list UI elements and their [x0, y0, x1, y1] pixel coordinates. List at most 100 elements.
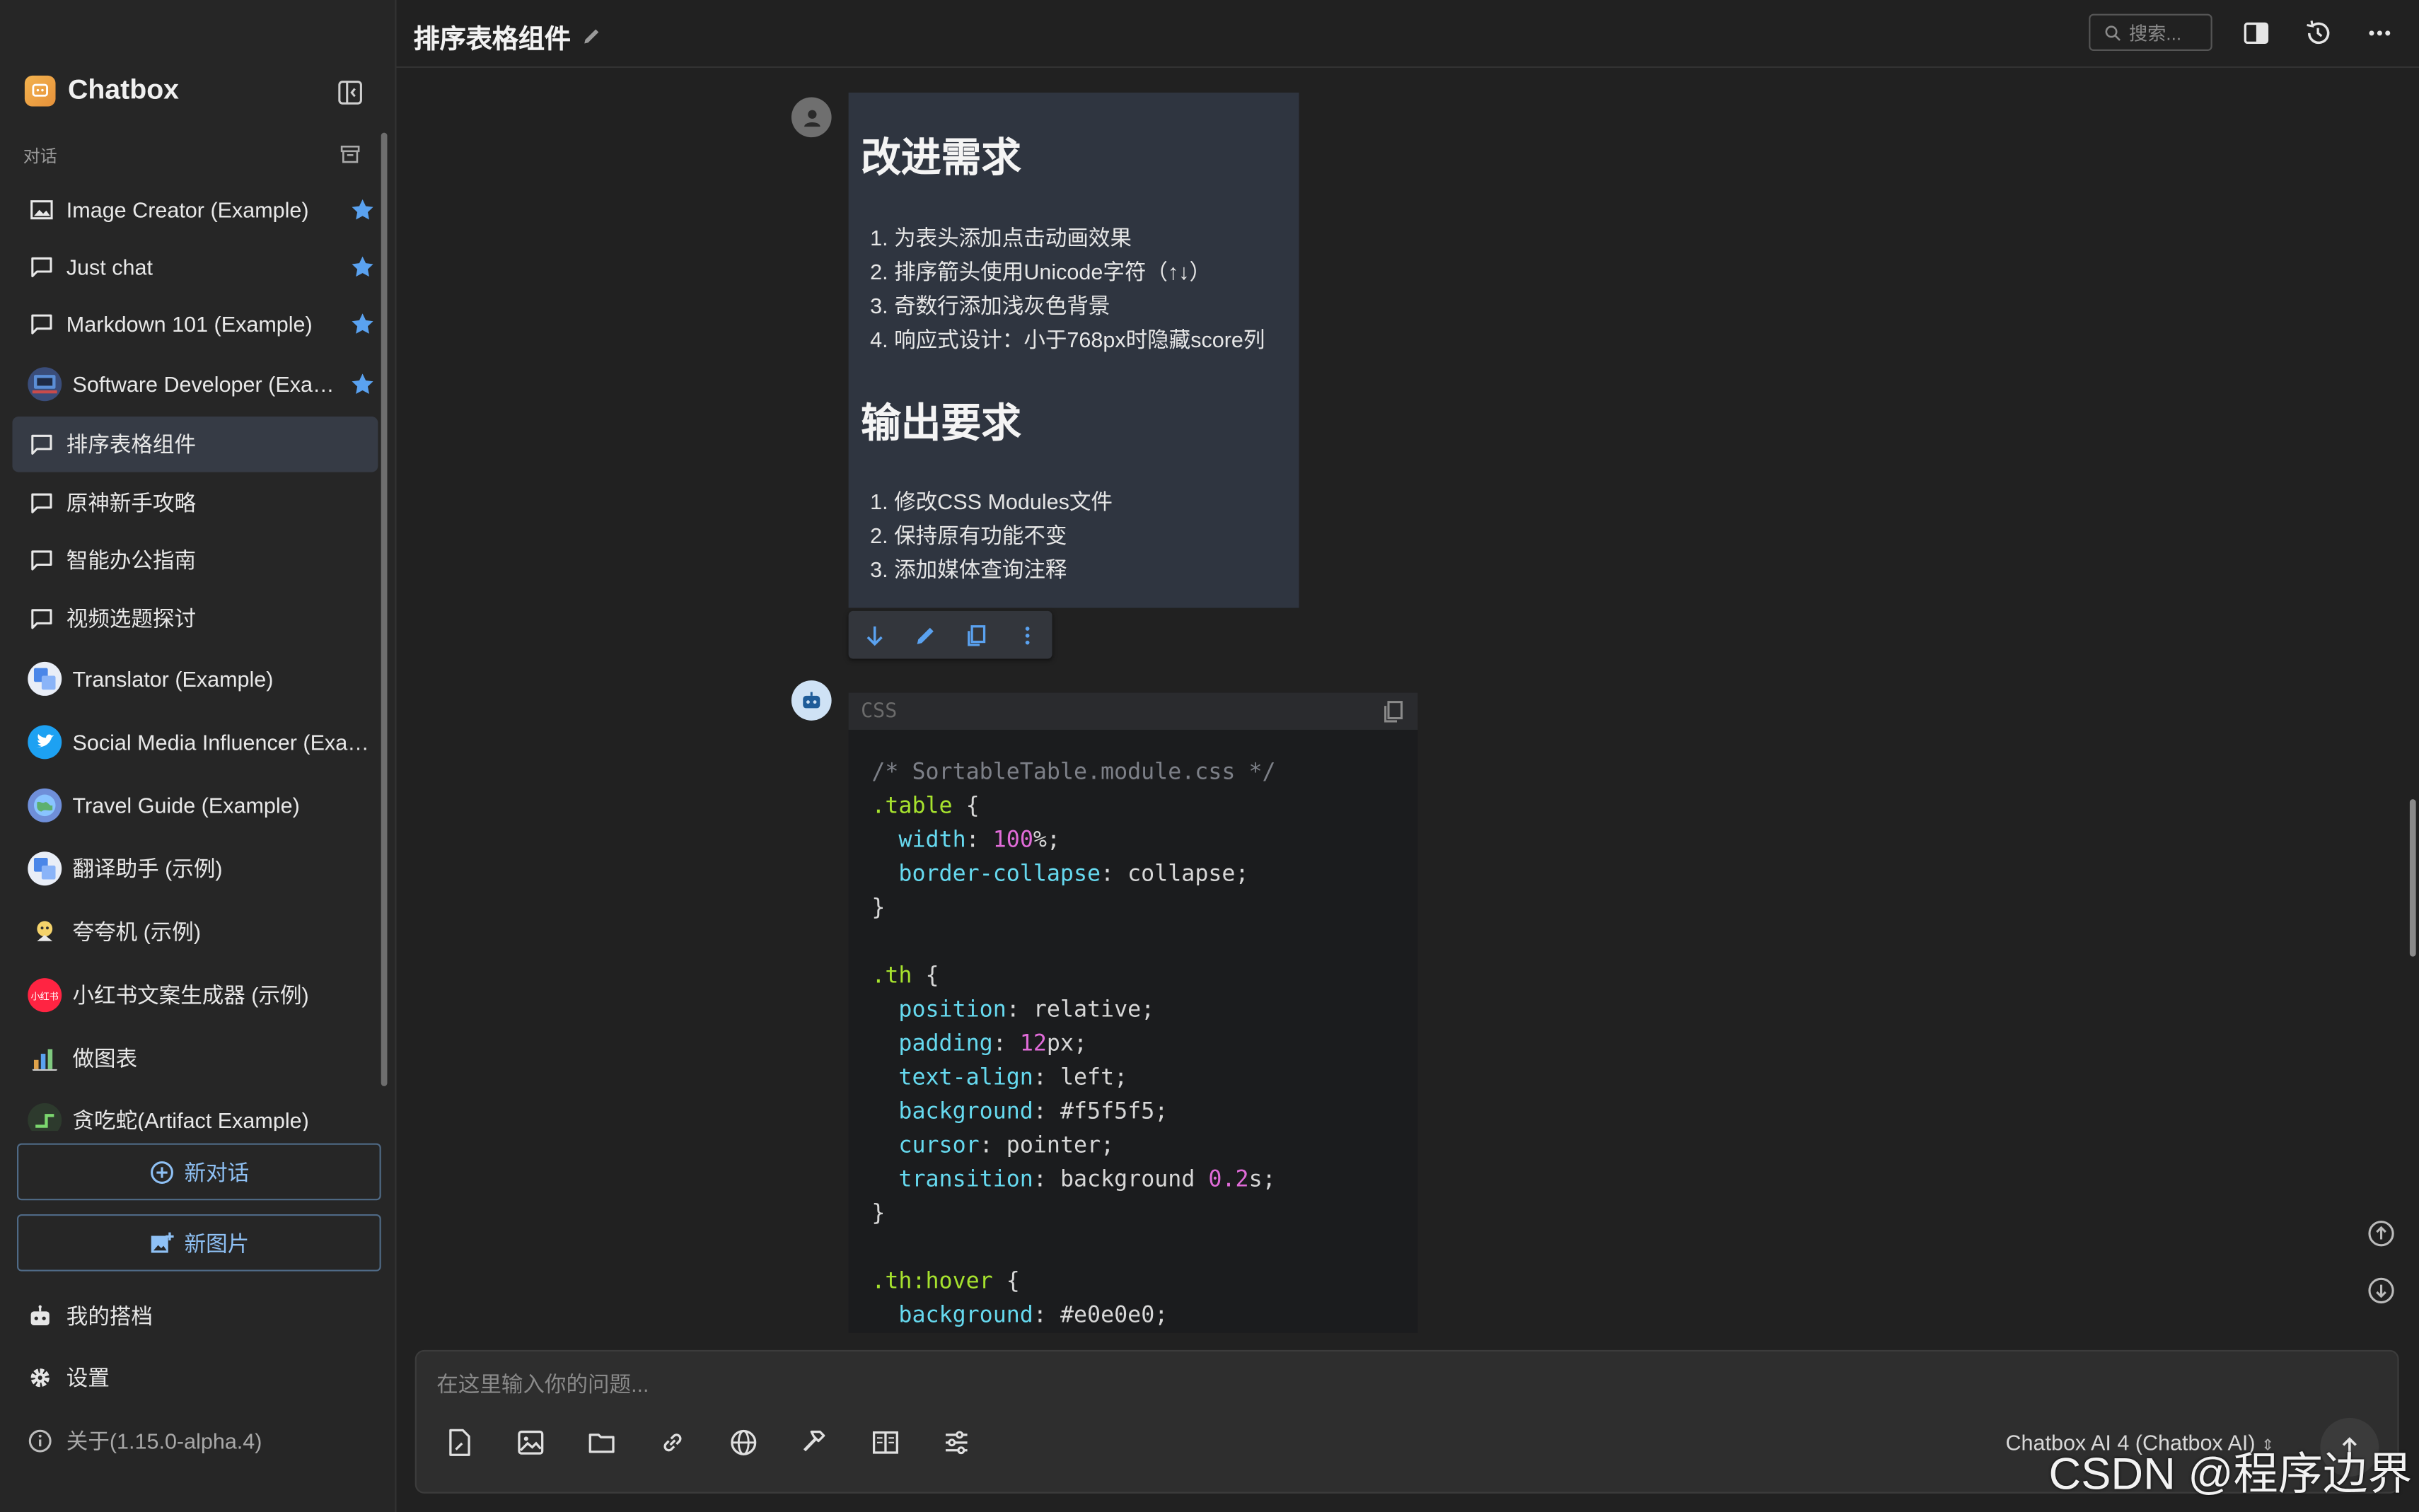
attach-file-icon[interactable]	[444, 1427, 475, 1458]
copy-code-icon[interactable]	[1381, 699, 1405, 723]
scroll-up-icon[interactable]	[2367, 1219, 2396, 1248]
conversation-item-sortable-table[interactable]: 排序表格组件	[12, 417, 378, 472]
link-icon[interactable]	[657, 1427, 688, 1458]
brand: Chatbox	[24, 74, 179, 107]
copy-icon[interactable]	[963, 622, 988, 647]
knowledge-book-icon[interactable]	[870, 1427, 901, 1458]
settings-link[interactable]: 设置	[28, 1362, 110, 1393]
code-line: .th:hover {	[871, 1265, 1394, 1299]
code-token: padding	[898, 1032, 993, 1057]
user-message: 改进需求 1. 为表头添加点击动画效果 2. 排序箭头使用Unicode字符（↑…	[848, 92, 1299, 608]
chatbox-logo-icon	[24, 74, 56, 106]
chat-bubble-icon	[28, 431, 54, 458]
conversation-item-markdown-101[interactable]: Markdown 101 (Example)	[12, 296, 378, 352]
about-link[interactable]: 关于(1.15.0-alpha.4)	[28, 1426, 262, 1457]
hammer-tools-icon[interactable]	[799, 1427, 830, 1458]
code-language-label: CSS	[861, 699, 898, 723]
split-view-icon[interactable]	[2240, 17, 2271, 48]
conversation-item-travel-guide[interactable]: Travel Guide (Example)	[12, 778, 378, 834]
code-header: CSS	[848, 692, 1418, 730]
chat-bubble-icon	[28, 254, 54, 280]
history-icon[interactable]	[2302, 17, 2333, 48]
app-window: Chatbox 对话 Image Creator (Example) Just …	[0, 0, 2419, 1512]
edit-title-icon[interactable]	[580, 25, 603, 48]
scroll-down-icon[interactable]	[2367, 1276, 2396, 1305]
conversation-item-software-developer[interactable]: Software Developer (Example)	[12, 356, 378, 412]
conversation-item-translator[interactable]: Translator (Example)	[12, 651, 378, 707]
code-token: .table	[871, 794, 953, 820]
list-item: 4. 响应式设计：小于768px时隐藏score列	[870, 327, 1265, 352]
code-token: : pointer;	[979, 1134, 1115, 1159]
page-title: 排序表格组件	[414, 17, 603, 56]
arrow-down-icon[interactable]	[862, 622, 886, 647]
more-vertical-icon[interactable]	[1014, 622, 1039, 647]
sidebar-scrollbar[interactable]	[381, 132, 388, 1086]
conversation-list: Image Creator (Example) Just chat Markdo…	[12, 179, 379, 1132]
edit-icon[interactable]	[912, 622, 937, 647]
collapse-sidebar-icon[interactable]	[336, 78, 364, 106]
star-icon[interactable]	[350, 255, 375, 279]
code-token: position	[898, 998, 1007, 1023]
translator-avatar	[28, 851, 62, 886]
xiaohongshu-avatar: 小红书	[28, 978, 62, 1013]
code-token: :	[965, 828, 993, 854]
star-icon[interactable]	[350, 372, 375, 397]
robot-icon	[28, 1303, 52, 1328]
chat-bubble-icon	[28, 547, 54, 573]
code-line: background: #e0e0e0;	[871, 1299, 1394, 1333]
new-image-button[interactable]: 新图片	[16, 1214, 381, 1272]
code-token: transition	[898, 1168, 1033, 1193]
message-input[interactable]	[433, 1370, 1983, 1398]
conversation-item-just-chat[interactable]: Just chat	[12, 239, 378, 295]
chat-bubble-icon	[28, 605, 54, 632]
code-token: }	[871, 1202, 886, 1227]
list-item: 3. 添加媒体查询注释	[870, 557, 1067, 582]
more-options-icon[interactable]	[2363, 17, 2394, 48]
code-line: transition: background 0.2s;	[871, 1163, 1394, 1197]
conversation-item-translate-assistant[interactable]: 翻译助手 (示例)	[12, 841, 378, 897]
my-copilots-link[interactable]: 我的搭档	[28, 1301, 153, 1332]
settings-sliders-icon[interactable]	[941, 1427, 972, 1458]
chart-avatar	[28, 1042, 62, 1076]
code-token: : left;	[1033, 1066, 1128, 1091]
code-line: .th {	[871, 960, 1394, 994]
list-item: 1. 修改CSS Modules文件	[870, 489, 1113, 514]
code-line: ​	[871, 926, 1394, 960]
image-icon	[28, 197, 54, 223]
message-toolbar	[848, 610, 1052, 659]
search-input[interactable]: 搜索...	[2089, 13, 2212, 51]
conversation-item-social-media[interactable]: Social Media Influencer (Example)	[12, 714, 378, 770]
search-icon	[2104, 24, 2121, 41]
conversation-item-make-chart[interactable]: 做图表	[12, 1030, 378, 1086]
conversation-item-praise-bot[interactable]: 夸夸机 (示例)	[12, 904, 378, 960]
star-icon[interactable]	[350, 312, 375, 337]
translator-avatar	[28, 661, 62, 696]
code-line: position: relative;	[871, 994, 1394, 1028]
twitter-avatar	[28, 725, 62, 760]
folder-icon[interactable]	[586, 1427, 617, 1458]
conversations-section-label: 对话	[23, 148, 57, 167]
conversation-item-genshin-guide[interactable]: 原神新手攻略	[12, 475, 378, 531]
attach-image-icon[interactable]	[515, 1427, 546, 1458]
new-chat-button[interactable]: 新对话	[16, 1143, 381, 1201]
conversation-item-xiaohongshu[interactable]: 小红书 小红书文案生成器 (示例)	[12, 967, 378, 1023]
code-line: }	[871, 892, 1394, 926]
code-line: cursor: pointer;	[871, 1129, 1394, 1163]
web-search-globe-icon[interactable]	[728, 1427, 759, 1458]
code-content: /* SortableTable.module.css */ .table { w…	[849, 730, 1418, 1333]
conversation-item-video-topics[interactable]: 视频选题探讨	[12, 591, 378, 647]
conversation-item-image-creator[interactable]: Image Creator (Example)	[12, 182, 378, 238]
conversation-item-snake[interactable]: 贪吃蛇(Artifact Example)	[12, 1093, 378, 1132]
code-token: : relative;	[1006, 998, 1155, 1023]
code-token: }	[871, 896, 886, 921]
archive-icon[interactable]	[340, 144, 361, 165]
star-icon[interactable]	[350, 197, 375, 222]
conversation-item-office-guide[interactable]: 智能办公指南	[12, 533, 378, 588]
code-line: ​	[871, 1231, 1394, 1265]
chat-scrollbar[interactable]	[2409, 799, 2416, 957]
